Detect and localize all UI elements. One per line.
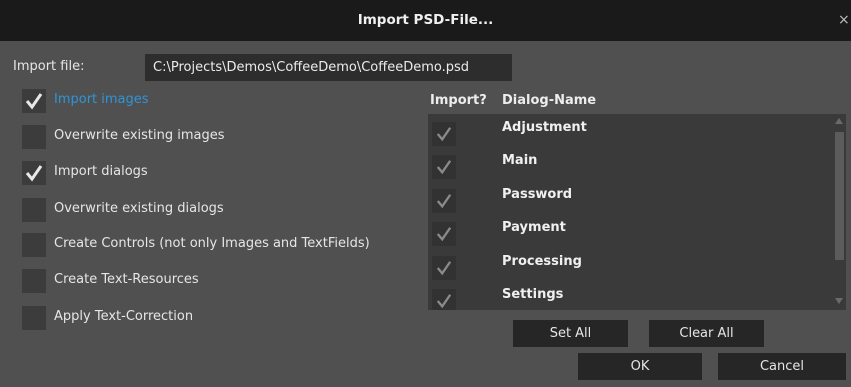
dialog-name: Main [502,153,538,168]
checkbox[interactable] [22,125,46,149]
import-file-input[interactable]: C:\Projects\Demos\CoffeeDemo\CoffeeDemo.… [145,54,512,81]
checkbox[interactable] [22,269,46,293]
ok-button[interactable]: OK [578,353,702,380]
import-psd-dialog: Import PSD-File... × Import file: C:\Pro… [0,0,851,387]
set-all-button[interactable]: Set All [513,320,628,347]
list-item[interactable]: Payment [428,214,828,247]
checkmark-icon [436,227,452,242]
row-checkbox[interactable] [432,222,456,246]
option-label: Apply Text-Correction [54,309,194,324]
dialog-name: Adjustment [502,120,587,135]
dialog-list[interactable]: Import? Dialog-Name Adjustment Main Pass… [428,88,846,310]
dialog-name: Password [502,187,573,202]
checkmark-icon [25,93,43,110]
scroll-up-arrow-icon[interactable] [835,118,843,124]
scroll-down-arrow-icon[interactable] [835,298,843,304]
row-checkbox[interactable] [432,189,456,213]
cancel-button[interactable]: Cancel [718,353,846,380]
option-label: Create Controls (not only Images and Tex… [54,236,370,251]
checkmark-icon [436,294,452,309]
clear-all-button[interactable]: Clear All [649,320,764,347]
checkbox[interactable] [22,198,46,222]
dialog-name: Processing [502,254,582,269]
list-item[interactable]: Settings [428,281,828,310]
checkmark-icon [436,160,452,175]
option-label: Import dialogs [54,164,148,179]
title-bar: Import PSD-File... × [0,0,851,41]
dialog-name: Settings [502,287,564,302]
close-icon[interactable]: × [838,0,851,41]
list-scrollbar[interactable] [832,114,846,310]
row-checkbox[interactable] [432,289,456,310]
row-checkbox[interactable] [432,122,456,146]
scrollbar-thumb[interactable] [835,132,844,260]
checkbox[interactable] [22,161,46,185]
option-label: Overwrite existing images [54,128,225,143]
checkmark-icon [436,127,452,142]
checkmark-icon [436,261,452,276]
row-checkbox[interactable] [432,155,456,179]
list-item[interactable]: Processing [428,248,828,281]
checkbox[interactable] [22,89,46,113]
option-label: Import images [54,92,149,107]
checkbox[interactable] [22,306,46,330]
row-checkbox[interactable] [432,256,456,280]
checkmark-icon [25,165,43,182]
option-label: Create Text-Resources [54,272,199,287]
list-item[interactable]: Adjustment [428,114,828,147]
dialog-name: Payment [502,220,566,235]
dialog-title: Import PSD-File... [357,12,494,28]
option-label: Overwrite existing dialogs [54,201,224,216]
checkbox[interactable] [22,233,46,257]
column-header-import: Import? [430,93,487,108]
checkmark-icon [436,194,452,209]
import-file-label: Import file: [13,59,85,74]
list-header: Import? Dialog-Name [428,88,846,114]
list-item[interactable]: Main [428,147,828,180]
list-item[interactable]: Password [428,181,828,214]
column-header-dialog-name: Dialog-Name [502,93,597,108]
